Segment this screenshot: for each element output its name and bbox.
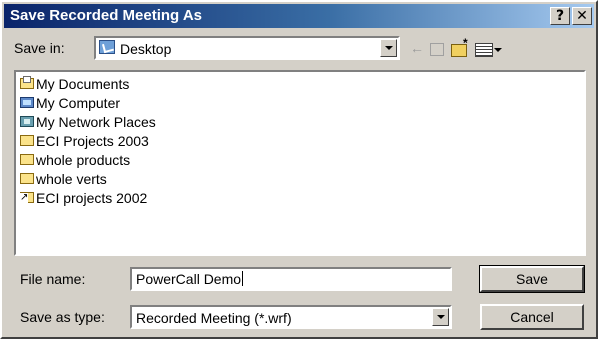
new-folder-icon[interactable] xyxy=(451,35,468,57)
close-button[interactable]: ✕ xyxy=(572,7,592,25)
save-in-dropdown[interactable]: Desktop xyxy=(94,36,400,60)
back-arrow-icon[interactable]: ← xyxy=(410,40,424,56)
list-item-label: ECI projects 2002 xyxy=(36,190,148,206)
file-list[interactable]: My Documents My Computer My Network Plac… xyxy=(14,70,586,256)
list-item-label: My Documents xyxy=(36,76,130,92)
cancel-button[interactable]: Cancel xyxy=(480,304,584,330)
folder-icon xyxy=(20,135,34,146)
save-in-label: Save in: xyxy=(14,40,65,56)
list-item-label: whole products xyxy=(36,152,131,168)
chevron-down-icon[interactable] xyxy=(432,308,449,326)
title-bar[interactable]: Save Recorded Meeting As ? ✕ xyxy=(4,4,594,28)
computer-icon xyxy=(20,97,34,108)
list-item-label: ECI Projects 2003 xyxy=(36,133,149,149)
save-button[interactable]: Save xyxy=(479,265,585,293)
dialog-title: Save Recorded Meeting As xyxy=(10,7,203,24)
desktop-icon xyxy=(99,40,115,54)
folder-icon xyxy=(20,173,34,184)
shortcut-folder-icon xyxy=(20,192,34,203)
list-item-label: My Network Places xyxy=(36,114,156,130)
file-name-value: PowerCall Demo xyxy=(136,271,242,287)
save-in-value: Desktop xyxy=(120,41,172,57)
help-button[interactable]: ? xyxy=(550,7,570,25)
save-dialog: Save Recorded Meeting As ? ✕ Save in: De… xyxy=(0,0,598,339)
file-name-label: File name: xyxy=(20,271,86,287)
views-dropdown-arrow-icon[interactable] xyxy=(494,48,502,52)
views-menu-icon[interactable] xyxy=(475,43,493,57)
file-name-input[interactable]: PowerCall Demo xyxy=(130,267,452,291)
list-item-label: whole verts xyxy=(36,171,107,187)
folder-icon xyxy=(20,154,34,165)
save-as-type-dropdown[interactable]: Recorded Meeting (*.wrf) xyxy=(130,305,452,329)
my-documents-icon xyxy=(20,76,34,89)
save-as-type-value: Recorded Meeting (*.wrf) xyxy=(136,310,292,326)
up-folder-icon[interactable] xyxy=(430,43,444,56)
list-item-label: My Computer xyxy=(36,95,121,111)
save-as-type-label: Save as type: xyxy=(20,309,105,325)
text-caret xyxy=(242,271,244,286)
network-icon xyxy=(20,116,34,127)
chevron-down-icon[interactable] xyxy=(380,39,397,57)
